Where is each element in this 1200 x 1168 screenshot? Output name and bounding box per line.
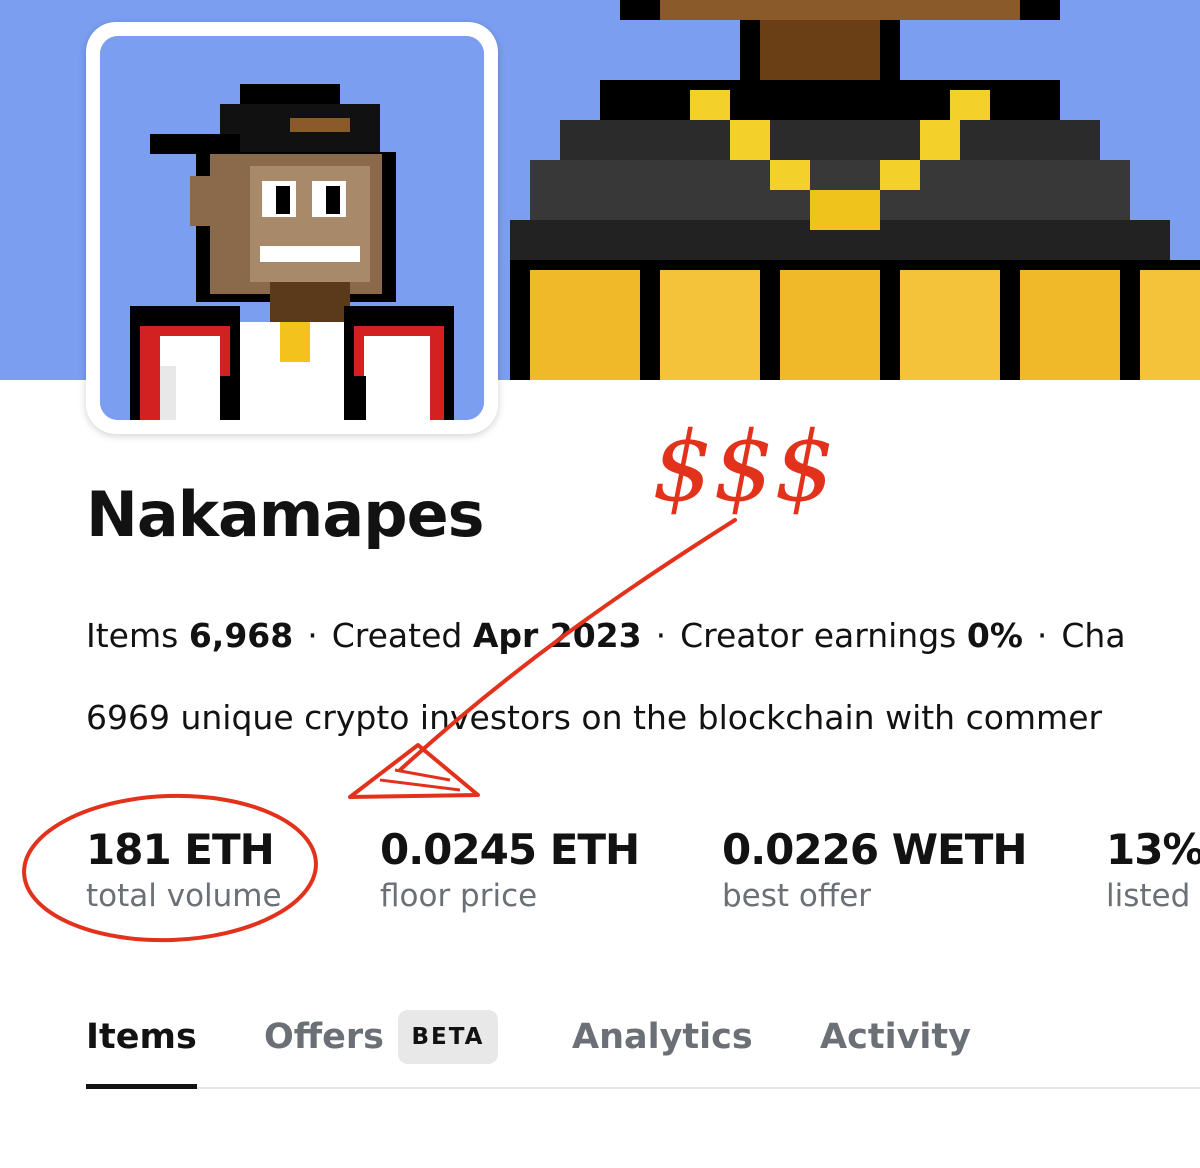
stat-value: 0.0226 WETH — [722, 825, 1028, 874]
annotation-dollar-signs: $$$ — [652, 411, 835, 523]
tab-analytics[interactable]: Analytics — [572, 1014, 753, 1070]
tab-activity[interactable]: Activity — [820, 1014, 971, 1070]
tab-items[interactable]: Items — [86, 1014, 197, 1089]
stat-label: total volume — [86, 878, 282, 914]
annotation-arrowhead-scribble — [379, 768, 461, 792]
stat-best-offer[interactable]: 0.0226 WETH best offer — [722, 825, 1028, 916]
active-tab-indicator — [86, 1084, 197, 1089]
meta-creator-earnings: Creator earnings 0% — [680, 616, 1023, 655]
tab-offers[interactable]: Offers — [264, 1014, 384, 1070]
stat-listed[interactable]: 13% listed — [1106, 826, 1200, 916]
meta-separator: · — [655, 616, 667, 655]
meta-items: Items 6,968 — [86, 616, 294, 655]
stat-value: 13% — [1106, 825, 1200, 874]
beta-badge: BETA — [398, 1010, 498, 1064]
meta-separator: · — [1036, 616, 1048, 655]
stat-floor-price[interactable]: 0.0245 ETH floor price — [380, 825, 640, 916]
annotation-arrowhead — [348, 743, 480, 799]
stat-value: 181 ETH — [86, 825, 275, 874]
meta-chain: Cha — [1061, 616, 1126, 655]
collection-title: Nakamapes — [86, 478, 485, 551]
stat-value: 0.0245 ETH — [380, 825, 640, 874]
meta-created: Created Apr 2023 — [331, 616, 642, 655]
collection-avatar — [86, 22, 498, 434]
collection-meta: Items 6,968 · Created Apr 2023 · Creator ear… — [86, 616, 1200, 662]
collection-description[interactable]: 6969 unique crypto investors on the bloc… — [86, 698, 1200, 744]
ape-avatar-image — [100, 36, 484, 420]
stat-total-volume[interactable]: 181 ETH total volume — [86, 826, 282, 916]
tabs-divider — [86, 1087, 1200, 1089]
stat-label: listed — [1106, 878, 1191, 914]
stat-label: best offer — [722, 878, 872, 914]
meta-separator: · — [307, 616, 318, 655]
collection-tabs: Items Offers BETA Analytics Activity — [0, 1000, 1200, 1090]
stat-label: floor price — [380, 878, 538, 914]
